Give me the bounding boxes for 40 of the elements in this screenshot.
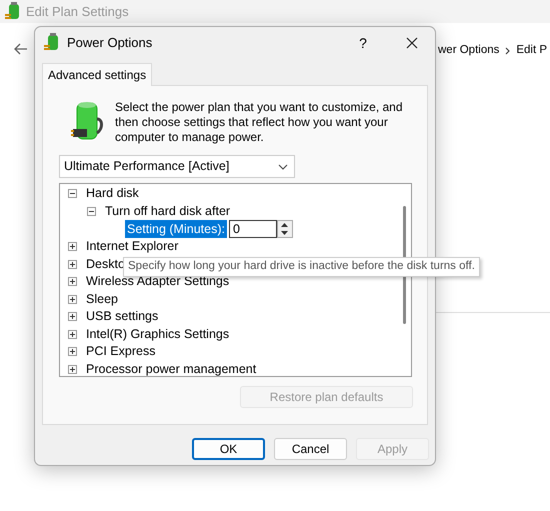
- expand-icon[interactable]: [68, 242, 77, 252]
- spin-down-icon[interactable]: [281, 231, 288, 235]
- help-button[interactable]: ?: [343, 28, 383, 58]
- breadcrumb-item[interactable]: wer Options: [438, 42, 500, 60]
- tree-item[interactable]: USB settings: [86, 307, 158, 326]
- tree-item[interactable]: Internet Explorer: [86, 237, 178, 256]
- collapse-icon[interactable]: [68, 189, 77, 198]
- dialog-button[interactable]: Cancel: [274, 438, 347, 460]
- tooltip: Specify how long your hard drive is inactive before the disk turns off.: [123, 257, 480, 277]
- expand-icon[interactable]: [68, 347, 77, 356]
- tree-item[interactable]: Intel(R) Graphics Settings: [86, 324, 230, 344]
- breadcrumb-item[interactable]: Edit P: [516, 42, 548, 60]
- setting-label: Setting (Minutes):: [125, 220, 227, 238]
- expand-icon[interactable]: [68, 294, 77, 304]
- description-text: Select the power plan that you want to customize, and then choose settings that reflect how you want your computer to manage power.: [115, 100, 404, 145]
- minutes-spinbox[interactable]: 0: [228, 220, 293, 238]
- tree-item[interactable]: PCI Express: [86, 342, 156, 362]
- expand-icon[interactable]: [68, 260, 77, 269]
- tree-item[interactable]: Turn off hard disk after: [105, 202, 230, 221]
- minutes-field[interactable]: 0: [228, 220, 277, 238]
- plan-dropdown[interactable]: Ultimate Performance [Active]: [59, 155, 295, 178]
- close-icon: [406, 37, 418, 49]
- collapse-icon[interactable]: [87, 206, 96, 216]
- tree-item[interactable]: Processor power management: [86, 360, 256, 376]
- tree-item[interactable]: Hard disk: [86, 184, 139, 204]
- expand-icon[interactable]: [68, 364, 77, 374]
- power-plug-icon: [43, 33, 61, 53]
- power-plug-icon: [4, 2, 22, 22]
- dialog-title: Power Options: [67, 34, 154, 52]
- tree-item[interactable]: Sleep: [86, 290, 118, 309]
- expand-icon[interactable]: [68, 312, 77, 322]
- back-arrow-icon[interactable]: [14, 43, 28, 55]
- spin-up-icon[interactable]: [281, 223, 288, 227]
- expand-icon[interactable]: [68, 277, 77, 286]
- chevron-right-icon: [505, 46, 510, 55]
- window-title: Edit Plan Settings: [26, 2, 129, 21]
- expand-icon[interactable]: [68, 330, 77, 339]
- dialog-button[interactable]: OK: [192, 438, 265, 460]
- tab[interactable]: Advanced settings: [42, 63, 152, 86]
- chevron-down-icon: [278, 164, 288, 170]
